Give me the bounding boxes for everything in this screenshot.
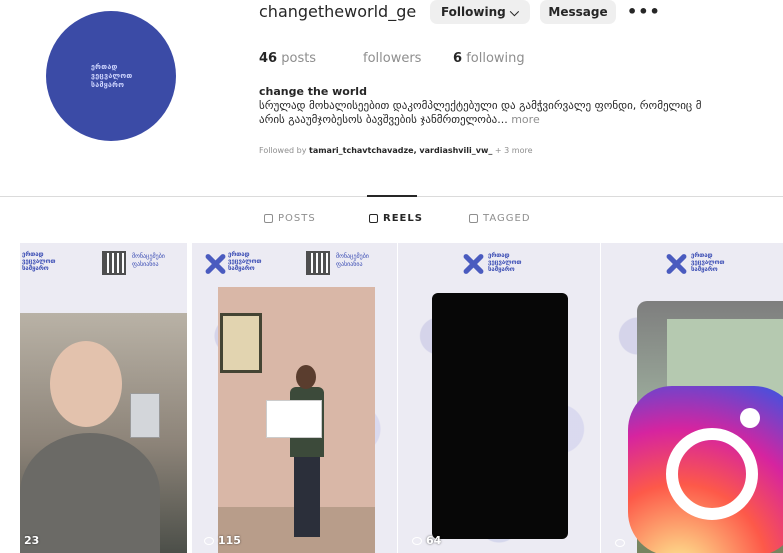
grid-icon [264, 214, 273, 223]
tab-tagged[interactable]: TAGGED [469, 213, 531, 224]
instagram-logo-dot [740, 408, 760, 428]
active-tab-indicator [367, 195, 417, 197]
reel-tile[interactable]: ერთად ვეცვალოთ სამყარო 64 [398, 243, 600, 553]
following-button[interactable]: Following ⌵ [430, 0, 530, 24]
followed-by-prefix: Followed by [259, 146, 307, 155]
following-link[interactable]: 6 following [453, 51, 525, 66]
reel-thumbnail-image [20, 313, 187, 553]
avatar-logo-text: ერთად ვეცვალოთ სამყარო [91, 62, 133, 89]
reel-view-count [615, 539, 629, 547]
reel-qr-text: მონაცემები ფასიანია [336, 253, 369, 268]
tab-posts[interactable]: POSTS [264, 213, 316, 224]
profile-avatar[interactable]: ერთად ვეცვალოთ სამყარო [46, 11, 176, 141]
view-count-value: 23 [24, 534, 40, 547]
posts-count-value: 46 [259, 51, 278, 66]
tab-posts-label: POSTS [278, 213, 316, 224]
thumbnail-detail [20, 433, 160, 553]
reels-icon [369, 214, 378, 223]
thumbnail-detail [220, 313, 262, 373]
followers-link[interactable]: followers [363, 51, 421, 66]
reel-tile[interactable]: ერთად ვეცვალოთ სამყარო მონაცემები ფასიან… [192, 243, 397, 553]
following-count-value: 6 [453, 51, 463, 66]
brand-logo-icon [663, 253, 689, 275]
brand-logo-icon [202, 253, 228, 275]
play-icon [615, 539, 625, 547]
play-icon [204, 536, 214, 545]
profile-full-name: change the world [259, 85, 367, 98]
tab-reels[interactable]: REELS [369, 213, 423, 224]
bio-line-1: სრულად მოხალისეებით დაკომპლექტებული და გ… [259, 99, 702, 112]
followers-label: followers [363, 51, 422, 66]
posts-count: 46 posts [259, 51, 316, 66]
reel-thumbnail-image [432, 293, 568, 539]
reel-view-count: 115 [204, 534, 241, 547]
profile-bio: სრულად მოხალისეებით დაკომპლექტებული და გ… [259, 99, 783, 127]
qr-code-icon [102, 251, 126, 275]
tab-reels-label: REELS [383, 213, 423, 224]
instagram-logo-ring [666, 428, 758, 520]
bio-line-2-text: არის გააუმჯობესოს ბავშვების ჯანმრთელობა.… [259, 113, 508, 126]
thumbnail-detail [266, 400, 322, 438]
followed-by-more[interactable]: + 3 more [495, 146, 533, 155]
followed-by: Followed by tamari_tchavtchavadze, vardi… [259, 146, 533, 155]
thumbnail-detail [50, 341, 122, 427]
reel-thumbnail-image [218, 287, 375, 553]
reel-tile[interactable]: ერთად ვეცვალოთ სამყარო მონაცემები ფასიან… [20, 243, 187, 553]
followed-by-names[interactable]: tamari_tchavtchavadze, vardiashvili_vw_ [309, 146, 492, 155]
bio-more-link[interactable]: more [511, 113, 540, 126]
following-label: following [466, 51, 525, 66]
play-icon [412, 536, 422, 545]
thumbnail-detail [296, 365, 316, 389]
bio-line-2: არის გააუმჯობესოს ბავშვების ჯანმრთელობა.… [259, 113, 783, 127]
instagram-logo-icon [628, 386, 783, 553]
tagged-icon [469, 214, 478, 223]
reel-logo-text: ერთად ვეცვალოთ სამყარო [22, 251, 56, 272]
thumbnail-detail [130, 393, 160, 438]
view-count-value: 115 [218, 534, 241, 547]
profile-username: changetheworld_ge [259, 2, 417, 21]
reel-view-count: 23 [24, 534, 39, 547]
view-count-value: 64 [426, 534, 442, 547]
more-options-icon[interactable]: ••• [627, 2, 661, 21]
reel-logo-text: ერთად ვეცვალოთ სამყარო [691, 252, 725, 273]
tab-tagged-label: TAGGED [483, 213, 531, 224]
reel-qr-text: მონაცემები ფასიანია [132, 253, 165, 268]
thumbnail-detail [294, 457, 320, 537]
reel-view-count: 64 [412, 534, 441, 547]
reel-logo-text: ერთად ვეცვალოთ სამყარო [228, 251, 262, 272]
reel-logo-text: ერთად ვეცვალოთ სამყარო [488, 252, 522, 273]
message-button[interactable]: Message [540, 0, 616, 24]
brand-logo-icon [460, 253, 486, 275]
qr-code-icon [306, 251, 330, 275]
posts-count-label: posts [281, 51, 317, 66]
